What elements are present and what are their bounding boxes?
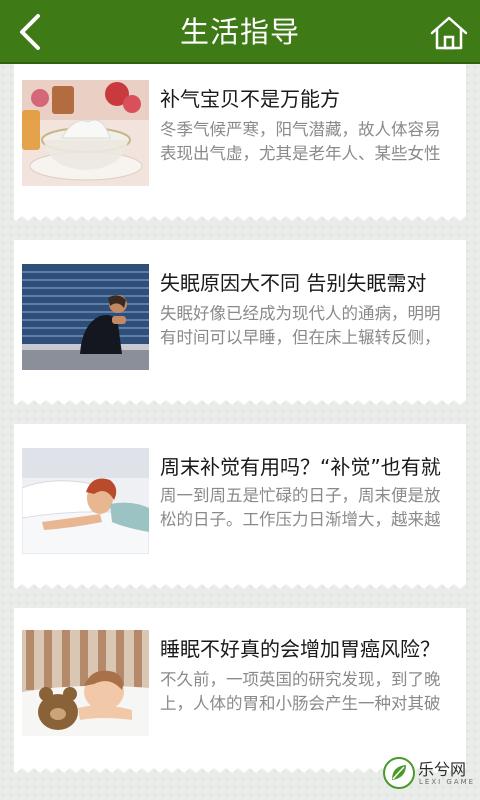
card-zigzag-edge <box>14 213 466 221</box>
article-card[interactable]: 失眠原因大不同 告别失眠需对 失眠好像已经成为现代人的通病，明明有时间可以早睡，… <box>14 240 466 405</box>
article-title: 失眠原因大不同 告别失眠需对 <box>160 271 427 295</box>
card-zigzag-edge <box>14 397 466 405</box>
sleeping-woman-image <box>22 448 149 554</box>
home-icon <box>430 16 468 50</box>
article-title: 补气宝贝不是万能方 <box>160 87 340 111</box>
home-button[interactable] <box>426 10 472 56</box>
app-header: 生活指导 <box>0 0 480 64</box>
article-card[interactable]: 周末补觉有用吗？“补觉”也有就 周一到周五是忙碌的日子，周末便是放松的日子。工作… <box>14 424 466 589</box>
sleeping-child-image <box>22 630 149 736</box>
article-summary: 不久前，一项英国的研究发现，到了晚上，人体的胃和小肠会产生一种对其破 <box>160 668 456 732</box>
article-card[interactable]: 补气宝贝不是万能方 冬季气候严寒，阳气潜藏，故人体容易表现出气虚，尤其是老年人、… <box>14 64 466 221</box>
article-card[interactable]: 睡眠不好真的会增加胃癌风险？ 不久前，一项英国的研究发现，到了晚上，人体的胃和小… <box>14 608 466 773</box>
back-button[interactable] <box>8 6 56 58</box>
leaf-logo-icon <box>383 757 415 789</box>
article-title: 睡眠不好真的会增加胃癌风险？ <box>160 637 440 661</box>
site-watermark: 乐兮网 LEXI GAME <box>382 754 474 794</box>
article-summary: 失眠好像已经成为现代人的通病，明明有时间可以早睡，但在床上辗转反侧， <box>160 302 456 366</box>
watermark-text: 乐兮网 <box>418 760 467 779</box>
chevron-left-icon <box>20 14 40 50</box>
article-title: 周末补觉有用吗？“补觉”也有就 <box>160 455 441 479</box>
article-summary: 冬季气候严寒，阳气潜藏，故人体容易表现出气虚，尤其是老年人、某些女性 <box>160 118 456 182</box>
insomnia-man-image <box>22 264 149 370</box>
page-title: 生活指导 <box>179 15 300 49</box>
bird-nest-dessert-image <box>22 80 149 186</box>
card-zigzag-edge <box>14 581 466 589</box>
article-summary: 周一到周五是忙碌的日子，周末便是放松的日子。工作压力日渐增大，越来越 <box>160 484 456 548</box>
watermark-subtext: LEXI GAME <box>419 778 476 786</box>
